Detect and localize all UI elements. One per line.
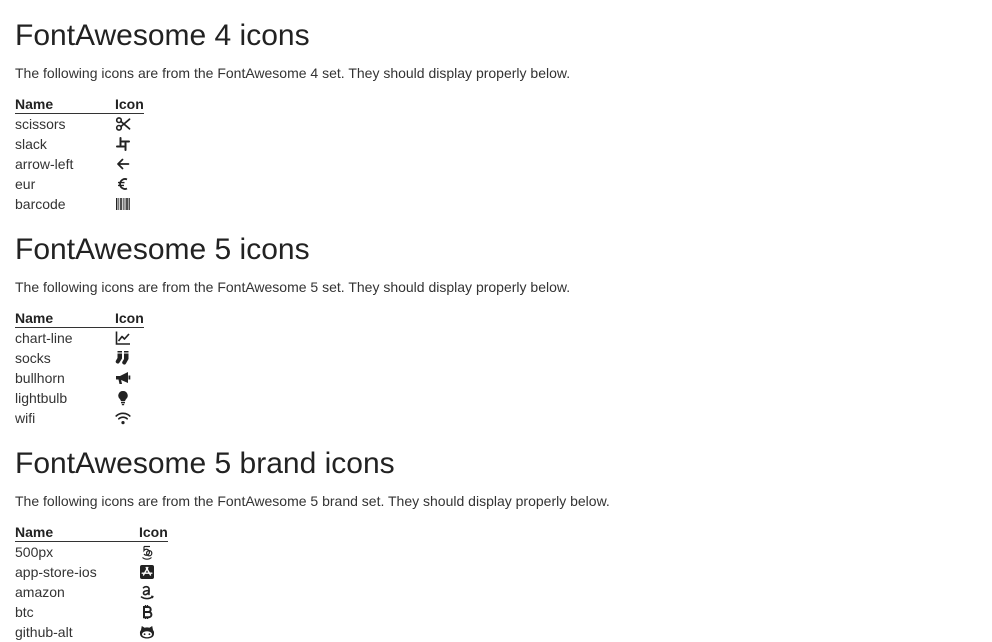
icon-name: wifi	[15, 410, 36, 426]
section-description: The following icons are from the FontAwe…	[15, 493, 610, 509]
icon-cell	[139, 562, 168, 582]
section-title: FontAwesome 5 icons	[15, 233, 310, 266]
icon-name: github-alt	[15, 624, 73, 640]
table-row: socks	[15, 348, 144, 368]
icon-cell	[115, 174, 144, 194]
scissors-icon	[115, 116, 131, 132]
slack-icon	[115, 136, 131, 152]
lightbulb-icon	[115, 390, 131, 406]
icon-name: scissors	[15, 116, 66, 132]
icons-table: Name Icon chart-line socks bullhorn ligh…	[15, 308, 144, 428]
section-fontawesome-5-brands: FontAwesome 5 brand icons The following …	[15, 447, 610, 640]
icon-cell	[115, 368, 144, 388]
github-alt-icon	[139, 624, 155, 640]
table-row: chart-line	[15, 328, 144, 349]
section-title: FontAwesome 4 icons	[15, 19, 310, 52]
wifi-icon	[115, 410, 131, 426]
table-row: app-store-ios	[15, 562, 168, 582]
bullhorn-icon	[115, 370, 131, 386]
icon-name: socks	[15, 350, 51, 366]
table-header-row: Name Icon	[15, 94, 144, 114]
icon-name: chart-line	[15, 330, 73, 346]
barcode-icon	[115, 196, 131, 212]
icon-name: amazon	[15, 584, 65, 600]
icon-cell	[115, 408, 144, 428]
table-row: lightbulb	[15, 388, 144, 408]
icon-cell	[115, 388, 144, 408]
section-title: FontAwesome 5 brand icons	[15, 447, 395, 480]
amazon-icon	[139, 584, 155, 600]
table-row: arrow-left	[15, 154, 144, 174]
table-header-row: Name Icon	[15, 522, 168, 542]
table-row: 500px	[15, 542, 168, 563]
chart-line-icon	[115, 330, 131, 346]
euro-icon	[115, 176, 131, 192]
table-row: github-alt	[15, 622, 168, 642]
icon-name: slack	[15, 136, 47, 152]
icon-column-header: Icon	[139, 522, 168, 542]
name-column-header: Name	[15, 522, 139, 542]
icon-name: app-store-ios	[15, 564, 97, 580]
icon-cell	[115, 348, 144, 368]
icon-cell	[115, 194, 144, 214]
icon-name: lightbulb	[15, 390, 68, 406]
table-row: bullhorn	[15, 368, 144, 388]
icon-cell	[115, 154, 144, 174]
icon-cell	[115, 328, 144, 349]
icon-name: arrow-left	[15, 156, 74, 172]
table-row: slack	[15, 134, 144, 154]
socks-icon	[115, 350, 131, 366]
table-row: amazon	[15, 582, 168, 602]
icons-table: Name Icon 500px app-store-ios amazon btc…	[15, 522, 168, 642]
table-row: eur	[15, 174, 144, 194]
arrow-left-icon	[115, 156, 131, 172]
icon-name: barcode	[15, 196, 66, 212]
table-row: btc	[15, 602, 168, 622]
section-description: The following icons are from the FontAwe…	[15, 279, 571, 295]
icon-name: btc	[15, 604, 34, 620]
table-header-row: Name Icon	[15, 308, 144, 328]
icon-cell	[139, 542, 168, 563]
icon-cell	[115, 134, 144, 154]
icon-cell	[139, 582, 168, 602]
table-row: scissors	[15, 114, 144, 135]
btc-icon	[139, 604, 155, 620]
icons-table: Name Icon scissors slack arrow-left eur …	[15, 94, 144, 214]
icon-column-header: Icon	[115, 308, 144, 328]
app-store-ios-icon	[139, 564, 155, 580]
icon-cell	[139, 622, 168, 642]
section-fontawesome-5: FontAwesome 5 icons The following icons …	[15, 233, 570, 426]
500px-icon	[139, 544, 155, 561]
section-fontawesome-4: FontAwesome 4 icons The following icons …	[15, 19, 570, 212]
table-row: barcode	[15, 194, 144, 214]
name-column-header: Name	[15, 308, 115, 328]
icon-cell	[115, 114, 144, 135]
icon-name: bullhorn	[15, 370, 65, 386]
table-row: wifi	[15, 408, 144, 428]
icon-cell	[139, 602, 168, 622]
section-description: The following icons are from the FontAwe…	[15, 65, 571, 81]
name-column-header: Name	[15, 94, 115, 114]
icon-name: 500px	[15, 544, 54, 560]
icon-column-header: Icon	[115, 94, 144, 114]
icon-name: eur	[15, 176, 36, 192]
